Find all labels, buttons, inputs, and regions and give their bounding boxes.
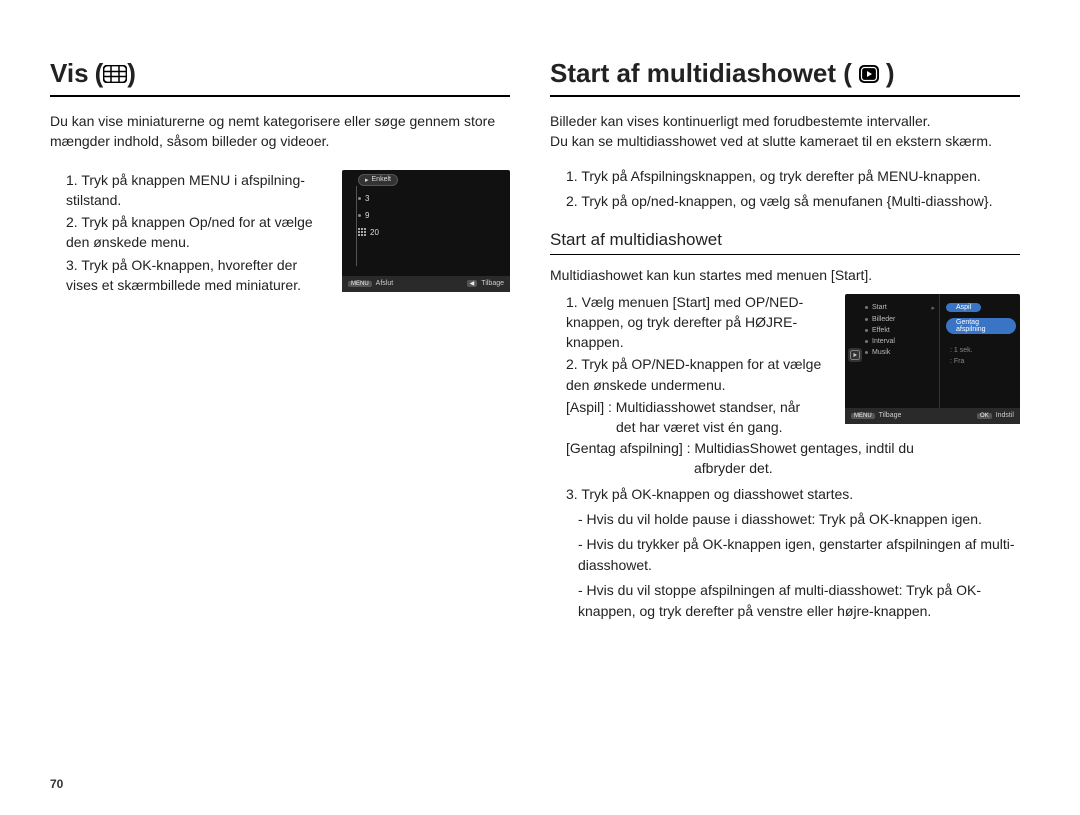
note-pause: - Hvis du vil holde pause i diasshowet: … <box>550 509 1020 530</box>
heading-text: Vis <box>50 58 89 89</box>
heading-slideshow: Start af multidiashowet ( ) <box>550 58 1020 89</box>
afslut-label: Afslut <box>376 280 394 287</box>
sub-step-1: 1. Vælg menuen [Start] med OP/NED-knappe… <box>550 292 831 353</box>
photo-icon: ▸ <box>365 176 369 184</box>
sub-step-3: 3. Tryk på OK-knappen og diasshowet star… <box>550 484 1020 505</box>
val-interval: : 1 sek. <box>950 347 1016 354</box>
heading-text: Start af multidiashowet ( <box>550 58 852 89</box>
row-9: 9 <box>358 211 504 220</box>
menu-track <box>356 186 357 266</box>
menu-musik: Musik <box>865 349 935 356</box>
page-number: 70 <box>50 777 63 791</box>
screen-bottom-bar: MENU Afslut ◀ Tilbage <box>342 276 510 292</box>
def-gentag-term: [Gentag afspilning] <box>566 438 683 458</box>
right-column: Start af multidiashowet ( ) Billeder kan… <box>550 58 1020 626</box>
left-column: Vis ( ) Du kan vise miniaturerne og nemt… <box>50 58 510 626</box>
row-val: 20 <box>370 228 379 237</box>
pill-gentag: Gentag afspilning <box>946 318 1016 334</box>
screen-bottom-bar: MENU Tilbage OK Indstil <box>845 408 1020 424</box>
tilbage-label: Tilbage <box>879 412 902 419</box>
heading-rule <box>550 95 1020 97</box>
note-restart: - Hvis du trykker på OK-knappen igen, ge… <box>550 534 1020 576</box>
step-2: 2. Tryk på knappen Op/ned for at vælge d… <box>50 212 328 253</box>
steps-with-screen: 1. Tryk på knappen MENU i afspilning-sti… <box>50 170 510 298</box>
ok-chip: OK <box>977 413 992 419</box>
sub-steps-with-screen: 1. Vælg menuen [Start] med OP/NED-knappe… <box>550 292 1020 438</box>
sub-intro: Multidiashowet kan kun startes med menue… <box>550 265 1020 286</box>
camera-screen-thumbnails: ▸ Enkelt 3 9 20 MENU Afslut ◀ <box>342 170 510 292</box>
sub-steps-a: 1. Vælg menuen [Start] med OP/NED-knappe… <box>550 292 831 438</box>
heading-close-paren: ) <box>886 58 895 89</box>
step-1: 1. Tryk på knappen MENU i afspilning-sti… <box>50 170 328 211</box>
note-stop: - Hvis du vil stoppe afspilningen af mul… <box>550 580 1020 622</box>
screen-label-text: Enkelt <box>372 176 391 183</box>
intro-line-2: Du kan se multidiasshowet ved at slutte … <box>550 131 1020 151</box>
steps-list: 1. Tryk på knappen MENU i afspilning-sti… <box>50 170 328 298</box>
menu-chip: MENU <box>348 281 372 287</box>
row-val: 3 <box>365 194 369 203</box>
heading-rule <box>50 95 510 97</box>
intro-text: Du kan vise miniaturerne og nemt kategor… <box>50 111 510 152</box>
top-step-1: 1. Tryk på Afspilningsknappen, og tryk d… <box>550 166 1020 187</box>
sub-step-2: 2. Tryk på OP/NED-knappen for at vælge d… <box>550 354 831 395</box>
slideshow-play-icon <box>858 64 880 84</box>
thumbnail-grid-icon: ( ) <box>95 58 136 89</box>
sub-steps-b: 3. Tryk på OK-knappen og diasshowet star… <box>550 484 1020 622</box>
def-aspil-val2: det har været vist én gang. <box>566 417 831 437</box>
screen-label-enkelt: ▸ Enkelt <box>358 174 398 186</box>
val-musik: : Fra <box>950 358 1016 365</box>
def-aspil: [Aspil] : Multidiasshowet standser, når … <box>550 397 831 438</box>
manual-page: Vis ( ) Du kan vise miniaturerne og nemt… <box>50 58 1020 626</box>
def-aspil-term: [Aspil] <box>566 397 604 417</box>
heading-vis: Vis ( ) <box>50 58 510 89</box>
menu-effekt: Effekt <box>865 327 935 334</box>
menu-start: Start▸ <box>865 304 935 312</box>
indstil-label: Indstil <box>996 412 1014 419</box>
def-gentag-val1: : MultidiasShowet gentages, indtil du <box>687 438 914 458</box>
step-3: 3. Tryk på OK-knappen, hvorefter der vis… <box>50 255 328 296</box>
menu-chip: MENU <box>851 413 875 419</box>
tilbage-label: Tilbage <box>481 280 504 287</box>
subheading: Start af multidiashowet <box>550 230 1020 250</box>
grid-icon <box>358 228 366 236</box>
camera-screen-slideshow-menu: Start▸ Billeder Effekt Interval Musik As… <box>845 294 1020 424</box>
top-steps: 1. Tryk på Afspilningsknappen, og tryk d… <box>550 166 1020 212</box>
top-step-2: 2. Tryk på op/ned-knappen, og vælg så me… <box>550 191 1020 212</box>
back-chip: ◀ <box>467 280 478 287</box>
intro-block: Billeder kan vises kontinuerligt med for… <box>550 111 1020 152</box>
row-20: 20 <box>358 228 504 237</box>
menu-billeder: Billeder <box>865 316 935 323</box>
row-3: 3 <box>358 194 504 203</box>
slideshow-side-icon <box>848 348 862 362</box>
def-aspil-val1: : Multidiasshowet standser, når <box>608 397 800 417</box>
menu-right-col: Aspil Gentag afspilning : 1 sek. : Fra <box>939 294 1020 408</box>
subheading-rule <box>550 254 1020 255</box>
def-gentag: [Gentag afspilning] : MultidiasShowet ge… <box>550 438 1020 479</box>
menu-interval: Interval <box>865 338 935 345</box>
row-val: 9 <box>365 211 369 220</box>
intro-line-1: Billeder kan vises kontinuerligt med for… <box>550 111 1020 131</box>
def-gentag-val2: afbryder det. <box>566 458 1020 478</box>
pill-aspil: Aspil <box>946 303 981 312</box>
